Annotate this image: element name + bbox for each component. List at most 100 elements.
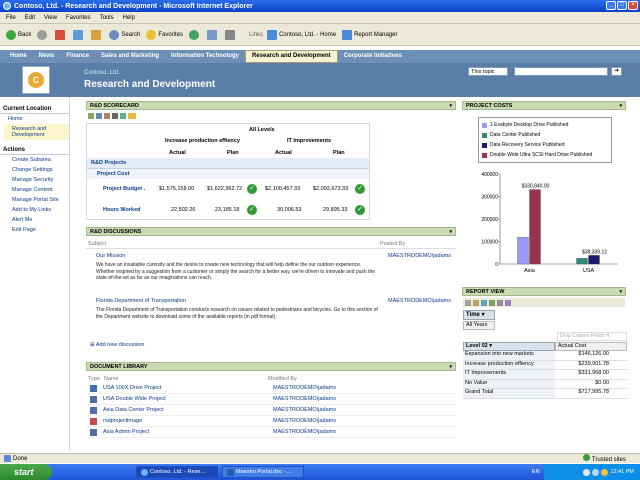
folder-icon[interactable] (128, 113, 136, 119)
discussion-title[interactable]: Florida Department of Transportation (88, 298, 186, 304)
search-go-button[interactable]: ➜ (611, 67, 622, 76)
menu-file[interactable]: File (6, 15, 16, 21)
tray-icon[interactable] (583, 468, 591, 476)
list-item[interactable]: rsdprojectimage MAESTRODEMO\jadams (86, 416, 456, 427)
discussion-title[interactable]: Our Mission (88, 253, 125, 259)
language-indicator[interactable]: EN (532, 469, 540, 475)
tool-icon[interactable] (505, 299, 511, 306)
time-filter-value[interactable]: All Years (463, 321, 495, 330)
menu-tools[interactable]: Tools (100, 15, 114, 21)
action-manage-portal-site[interactable]: Manage Portal Site (0, 195, 69, 205)
action-create-subarea[interactable]: Create Subarea (0, 155, 69, 165)
links-label: Links (249, 31, 264, 38)
refresh-button[interactable] (73, 29, 85, 40)
tool-icon[interactable] (120, 113, 126, 119)
nav-home[interactable]: Home (4, 51, 33, 62)
tool-icon[interactable] (112, 113, 118, 119)
tray-icon[interactable] (601, 468, 609, 476)
favorites-button[interactable]: Favorites (146, 29, 183, 40)
discussion-poster[interactable]: MAESTRODEMO\jadams (388, 298, 451, 304)
add-new-discussion-link[interactable]: ⊞ Add new discussion (90, 342, 144, 348)
link-contoso-home[interactable]: Contoso, Ltd. - Home (267, 29, 336, 40)
time-filter-field[interactable]: Time ▾ (463, 310, 495, 320)
taskbar-ie-window[interactable]: Contoso, Ltd. - Rese... (136, 466, 218, 478)
taskbar-word-window[interactable]: Maestro Portal.doc - ... (222, 466, 304, 478)
search-scope-select[interactable]: This topic (468, 67, 508, 76)
tool-icon[interactable] (96, 113, 102, 119)
nav-information-technology[interactable]: Information Technology (165, 51, 245, 62)
table-row: IT Improvements $331,968.00 (463, 370, 627, 380)
link-report-manager[interactable]: Report Manager (342, 29, 397, 40)
search-input[interactable] (514, 67, 608, 76)
tool-icon[interactable] (489, 299, 495, 306)
action-manage-security[interactable]: Manage Security (0, 175, 69, 185)
tool-icon[interactable] (104, 113, 110, 119)
project-costs-chart: 0100000200000300000400000Asia USA$119,000… (481, 172, 618, 274)
action-add-to-my-links[interactable]: Add to My Links (0, 205, 69, 215)
close-button[interactable]: × (628, 1, 638, 10)
leftnav-research[interactable]: Research and Development (4, 124, 69, 140)
nav-corporate-initiatives[interactable]: Corporate Initiatives (338, 51, 408, 62)
taskbar: start Contoso, Ltd. - Rese... Maestro Po… (0, 464, 640, 480)
mail-button[interactable] (207, 29, 219, 40)
nav-research-development[interactable]: Research and Development (244, 50, 338, 63)
maximize-button[interactable]: □ (617, 1, 627, 10)
nav-finance[interactable]: Finance (60, 51, 95, 62)
row-project-cost[interactable]: Project Cost (87, 169, 369, 179)
action-alert-me[interactable]: Alert Me (0, 215, 69, 225)
projectcosts-header: PROJECT COSTS ▾ (462, 101, 626, 110)
menu-favorites[interactable]: Favorites (66, 15, 91, 21)
menu-help[interactable]: Help (123, 15, 135, 21)
nav-news[interactable]: News (33, 51, 61, 62)
list-item[interactable]: USA Double Wide Project MAESTRODEMO\jadam… (86, 394, 456, 405)
list-item[interactable]: Asia Data Center Project MAESTRODEMO\jada… (86, 405, 456, 416)
col-subject: Subject (88, 241, 107, 247)
tool-icon[interactable] (473, 299, 479, 306)
list-item[interactable]: USA 100X Drive Project MAESTRODEMO\jadams (86, 383, 456, 394)
search-button[interactable]: Search (109, 29, 140, 40)
print-button[interactable] (225, 29, 237, 40)
history-button[interactable] (189, 29, 201, 40)
webpart-menu-icon[interactable]: ▾ (619, 103, 622, 109)
legend-swatch (482, 142, 487, 148)
tool-icon[interactable] (88, 113, 94, 119)
all-levels-label: All Levels (249, 127, 275, 133)
webpart-menu-icon[interactable]: ▾ (449, 103, 452, 109)
nav-sales-marketing[interactable]: Sales and Marketing (95, 51, 165, 62)
menu-edit[interactable]: Edit (25, 15, 35, 21)
webpart-menu-icon[interactable]: ▾ (619, 289, 622, 295)
webpart-menu-icon[interactable]: ▾ (449, 364, 452, 370)
leftnav-home[interactable]: Home (0, 114, 69, 124)
back-button[interactable]: Back (6, 29, 31, 40)
webpart-menu-icon[interactable]: ▾ (449, 229, 452, 235)
home-button[interactable] (91, 29, 103, 40)
tool-icon[interactable] (481, 299, 487, 306)
level-02-field[interactable]: Level 02 ▾ (463, 342, 555, 351)
action-manage-content[interactable]: Manage Content (0, 185, 69, 195)
menu-view[interactable]: View (44, 15, 57, 21)
legend-item: Data Recovery Service Published (482, 140, 608, 150)
tray-icon[interactable] (592, 468, 600, 476)
col-plan: Plan (227, 150, 239, 156)
discussion-poster[interactable]: MAESTRODEMO\jadams (388, 253, 451, 259)
action-edit-page[interactable]: Edit Page (0, 225, 69, 235)
stop-button[interactable] (55, 29, 67, 40)
col-group-production: Increase production effiency (165, 138, 240, 144)
star-icon (146, 29, 157, 40)
col-plan: Plan (333, 150, 345, 156)
portal-topnav: Home News Finance Sales and Marketing In… (0, 50, 640, 63)
minimize-button[interactable]: _ (606, 1, 616, 10)
forward-button[interactable] (37, 29, 49, 40)
drop-column-fields-zone[interactable]: Drop Column Fields H (557, 332, 627, 341)
discussion-item: Our Mission MAESTRODEMO\jadams We have a… (88, 253, 454, 282)
site-logo[interactable]: C (22, 66, 50, 94)
start-button[interactable]: start (0, 464, 52, 480)
tool-icon[interactable] (497, 299, 503, 306)
forward-arrow-icon (37, 29, 48, 40)
row-rd-projects[interactable]: R&D Projects (87, 158, 369, 169)
list-item[interactable]: Asia Admin Project MAESTRODEMO\jadams (86, 427, 456, 438)
action-change-settings[interactable]: Change Settings (0, 165, 69, 175)
tool-icon[interactable] (465, 299, 471, 306)
col-name: Name (104, 376, 119, 382)
table-row: Expansion into new markets $146,126.00 (463, 351, 627, 361)
